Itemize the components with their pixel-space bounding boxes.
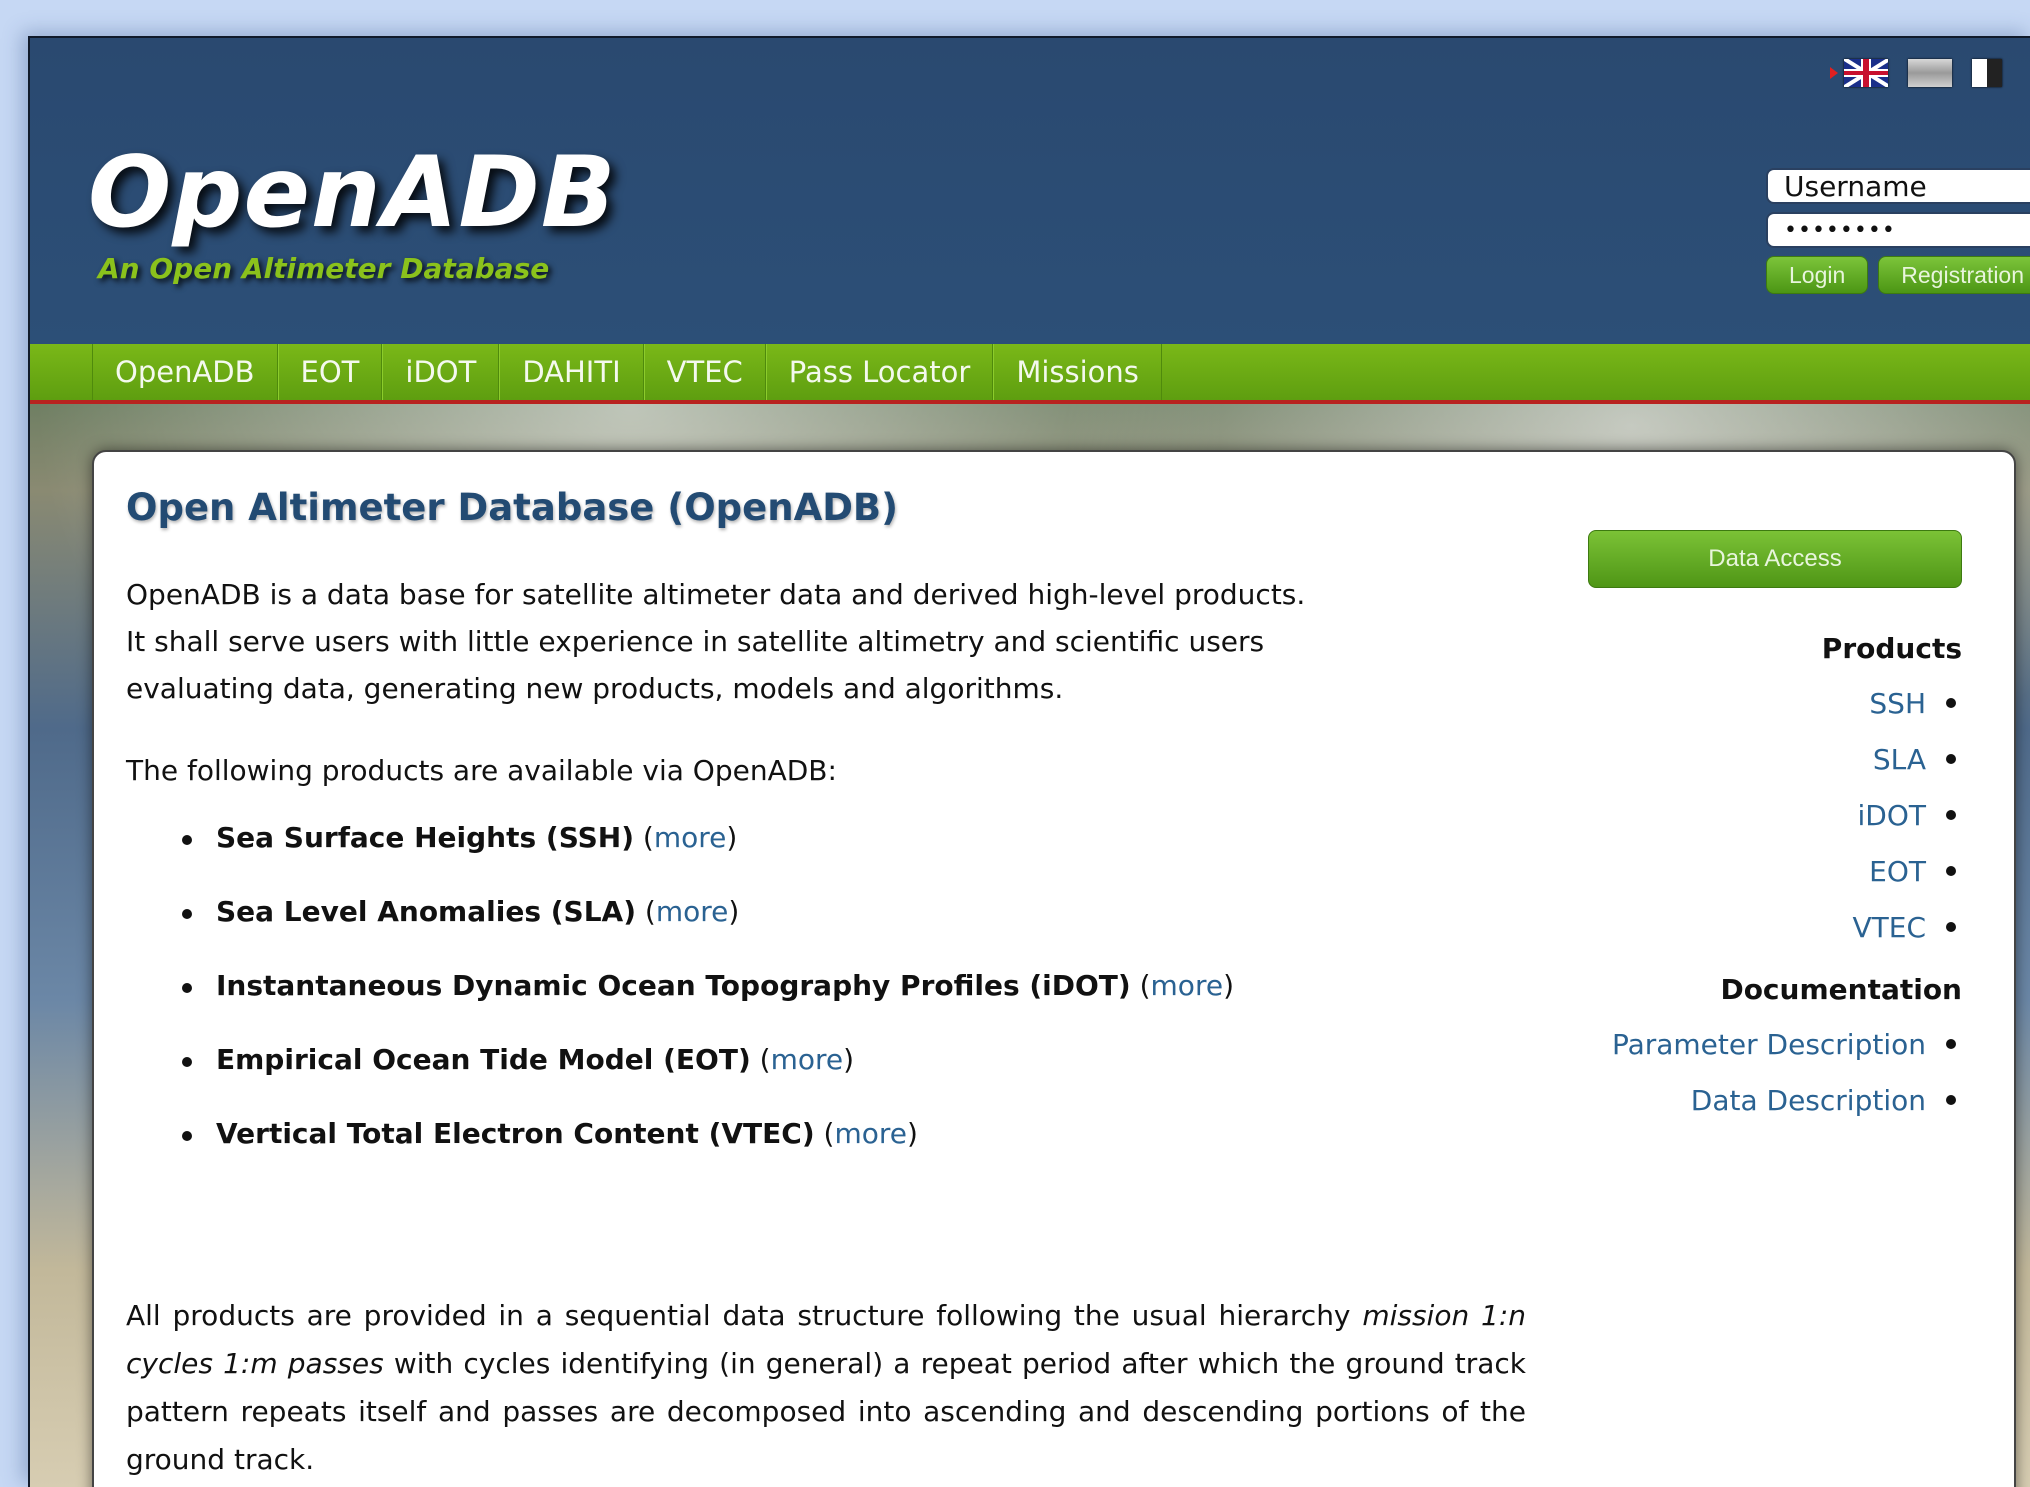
sidebar-item-data-description: Data Description [1588, 1072, 1962, 1128]
list-item: Empirical Ocean Tide Model (EOT) (more) [182, 1043, 1526, 1117]
products-heading: Products [1821, 632, 1962, 665]
bullet-icon [1946, 810, 1956, 820]
sidebar-link-ssh[interactable]: SSH [1869, 687, 1926, 720]
sidebar-link-vtec[interactable]: VTEC [1853, 911, 1927, 944]
main-column: Open Altimeter Database (OpenADB) OpenAD… [126, 486, 1526, 1191]
product-name: Instantaneous Dynamic Ocean Topography P… [216, 969, 1131, 1002]
sidebar-link-idot[interactable]: iDOT [1858, 799, 1926, 832]
language-selector [1830, 58, 2002, 88]
documentation-heading: Documentation [1720, 973, 1962, 1006]
sidebar-products-list: SSH SLA iDOT EOT VTEC [1588, 675, 1962, 955]
sidebar-item-parameter-description: Parameter Description [1588, 1016, 1962, 1072]
registration-button[interactable]: Registration [1878, 256, 2030, 294]
intro-line: evaluating data, generating new products… [126, 672, 1064, 705]
list-item: Sea Level Anomalies (SLA) (more) [182, 895, 1526, 969]
bullet-icon [1946, 1039, 1956, 1049]
nav-item-eot[interactable]: EOT [277, 344, 383, 400]
nav-items: OpenADB EOT iDOT DAHITI VTEC Pass Locato… [92, 344, 1162, 400]
hierarchy-paragraph: All products are provided in a sequentia… [126, 1292, 1526, 1484]
list-item: Sea Surface Heights (SSH) (more) [182, 821, 1526, 895]
bullet-icon [1946, 922, 1956, 932]
product-name: Empirical Ocean Tide Model (EOT) [216, 1043, 751, 1076]
product-name: Sea Surface Heights (SSH) [216, 821, 635, 854]
nav-item-vtec[interactable]: VTEC [643, 344, 766, 400]
uk-flag-icon[interactable] [1844, 59, 1888, 87]
username-input[interactable] [1766, 168, 2030, 204]
grey-flag-icon[interactable] [1908, 59, 1952, 87]
site-logo-title[interactable]: OpenADB [88, 136, 617, 250]
bullet-icon [1946, 698, 1956, 708]
list-item: Vertical Total Electron Content (VTEC) (… [182, 1117, 1526, 1191]
login-button[interactable]: Login [1766, 256, 1869, 294]
login-form: Login Registration [1766, 168, 2030, 294]
list-item: Instantaneous Dynamic Ocean Topography P… [182, 969, 1526, 1043]
more-link-eot[interactable]: more [771, 1043, 844, 1076]
paragraph-text: All products are provided in a sequentia… [126, 1299, 1363, 1332]
data-access-button[interactable]: Data Access [1588, 530, 1962, 588]
more-link-ssh[interactable]: more [654, 821, 727, 854]
product-name: Vertical Total Electron Content (VTEC) [216, 1117, 815, 1150]
bullet-icon [1946, 754, 1956, 764]
more-link-vtec[interactable]: more [834, 1117, 907, 1150]
sidebar-link-sla[interactable]: SLA [1873, 743, 1926, 776]
intro-line: It shall serve users with little experie… [126, 625, 1265, 658]
site-logo-subtitle: An Open Altimeter Database [98, 252, 550, 285]
intro-text: OpenADB is a data base for satellite alt… [126, 571, 1526, 712]
content-panel: Open Altimeter Database (OpenADB) OpenAD… [92, 450, 2016, 1487]
intro-line: OpenADB is a data base for satellite alt… [126, 578, 1306, 611]
nav-item-missions[interactable]: Missions [993, 344, 1162, 400]
site-header: OpenADB An Open Altimeter Database Login… [30, 38, 2030, 344]
nav-item-pass-locator[interactable]: Pass Locator [765, 344, 994, 400]
sidebar-link-parameter-description[interactable]: Parameter Description [1612, 1028, 1926, 1061]
page-title: Open Altimeter Database (OpenADB) [126, 486, 899, 529]
products-list: Sea Surface Heights (SSH) (more) Sea Lev… [126, 821, 1526, 1191]
nav-item-openadb[interactable]: OpenADB [92, 344, 278, 400]
sidebar-item-vtec: VTEC [1588, 899, 1962, 955]
sidebar: Data Access Products SSH SLA iDOT EOT VT… [1588, 530, 1962, 1128]
sidebar-link-eot[interactable]: EOT [1869, 855, 1926, 888]
bullet-icon [1946, 866, 1956, 876]
sidebar-link-data-description[interactable]: Data Description [1691, 1084, 1926, 1117]
browser-page: OpenADB An Open Altimeter Database Login… [28, 36, 2030, 1487]
more-link-sla[interactable]: more [656, 895, 729, 928]
sidebar-item-eot: EOT [1588, 843, 1962, 899]
active-language-marker-icon [1830, 67, 1838, 79]
available-products-text: The following products are available via… [126, 754, 837, 787]
sidebar-item-sla: SLA [1588, 731, 1962, 787]
bullet-icon [1946, 1095, 1956, 1105]
sidebar-item-idot: iDOT [1588, 787, 1962, 843]
nav-item-dahiti[interactable]: DAHITI [499, 344, 644, 400]
sidebar-documentation-list: Parameter Description Data Description [1588, 1016, 1962, 1128]
black-white-flag-icon[interactable] [1972, 59, 2002, 87]
login-buttons: Login Registration [1766, 256, 2030, 294]
product-name: Sea Level Anomalies (SLA) [216, 895, 636, 928]
password-input[interactable] [1766, 212, 2030, 248]
sidebar-item-ssh: SSH [1588, 675, 1962, 731]
main-nav: OpenADB EOT iDOT DAHITI VTEC Pass Locato… [30, 344, 2030, 404]
more-link-idot[interactable]: more [1151, 969, 1224, 1002]
nav-item-idot[interactable]: iDOT [382, 344, 500, 400]
